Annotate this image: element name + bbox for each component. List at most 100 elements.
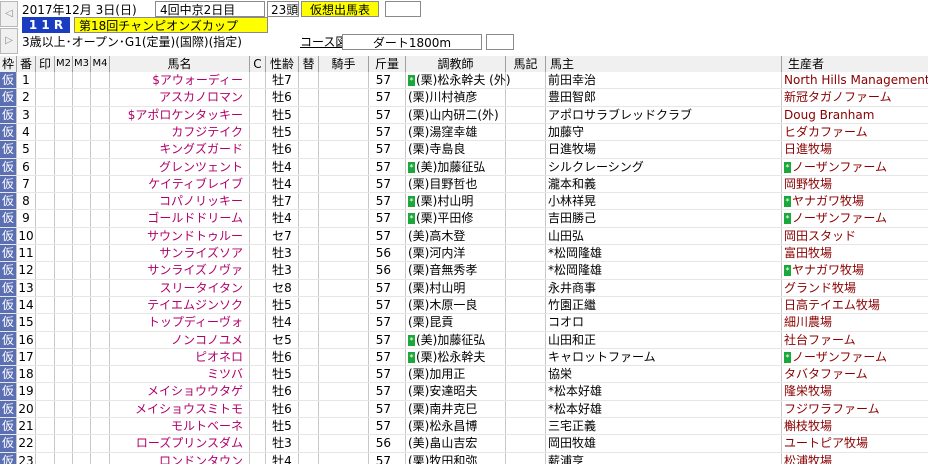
owner-cell[interactable]: 小林祥晃 — [546, 193, 782, 211]
col-horse[interactable]: 馬名 — [110, 56, 250, 72]
breeder-cell[interactable]: 岡野牧場 — [782, 176, 928, 193]
replace-cell[interactable] — [299, 106, 319, 124]
m4-cell[interactable] — [91, 141, 110, 159]
m4-cell[interactable] — [91, 72, 110, 89]
waku-cell[interactable]: 仮 — [0, 314, 17, 332]
breeder-cell[interactable]: * ノーザンファーム — [782, 210, 928, 227]
trainer-cell[interactable]: * (美)加藤征弘 — [406, 331, 506, 349]
owner-cell[interactable]: コオロ — [546, 314, 782, 332]
replace-cell[interactable] — [299, 383, 319, 401]
waku-cell[interactable]: 仮 — [0, 141, 17, 159]
waku-cell[interactable]: 仮 — [0, 296, 17, 314]
horse-cell[interactable]: $アウォーディー — [110, 72, 250, 89]
trainer-cell[interactable]: (栗)寺島良 — [406, 141, 506, 159]
m2-cell[interactable] — [55, 296, 73, 314]
m2-cell[interactable] — [55, 106, 73, 124]
trainer-cell[interactable]: (栗)牧田和弥 — [406, 452, 506, 464]
breeder-cell[interactable]: ユートピア牧場 — [782, 435, 928, 452]
m4-cell[interactable] — [91, 366, 110, 384]
trainer-cell[interactable]: * (栗)松永幹夫 — [406, 348, 506, 366]
table-row[interactable]: 仮 4 カフジテイク 牡5 57 (栗)湯窪幸雄 加藤守 ヒダカファーム — [0, 123, 928, 141]
col-m3[interactable]: M3 — [73, 56, 91, 72]
waku-cell[interactable]: 仮 — [0, 331, 17, 349]
replace-cell[interactable] — [299, 123, 319, 141]
horse-cell[interactable]: ゴールドドリーム — [110, 210, 250, 228]
jockey-cell[interactable] — [319, 89, 369, 107]
breeder-cell[interactable]: Doug Branham — [782, 107, 928, 124]
waku-cell[interactable]: 仮 — [0, 383, 17, 401]
trainer-cell[interactable]: (栗)目野哲也 — [406, 175, 506, 193]
owner-cell[interactable]: アポロサラブレッドクラブ — [546, 106, 782, 124]
mark-cell[interactable] — [36, 175, 55, 193]
waku-cell[interactable]: 仮 — [0, 366, 17, 384]
mark-cell[interactable] — [36, 262, 55, 280]
col-mark[interactable]: 印 — [36, 56, 55, 72]
trainer-cell[interactable]: (栗)湯窪幸雄 — [406, 123, 506, 141]
m2-cell[interactable] — [55, 123, 73, 141]
m3-cell[interactable] — [73, 279, 91, 297]
jockey-cell[interactable] — [319, 331, 369, 349]
horse-cell[interactable]: アスカノロマン — [110, 89, 250, 107]
waku-cell[interactable]: 仮 — [0, 227, 17, 245]
mark-cell[interactable] — [36, 72, 55, 89]
table-row[interactable]: 仮 20 メイショウスミトモ 牡6 57 (栗)南井克巳 *松本好雄 フジワラファーム — [0, 400, 928, 418]
owner-cell[interactable]: 前田幸治 — [546, 72, 782, 89]
col-waku[interactable]: 枠 — [0, 56, 17, 72]
m3-cell[interactable] — [73, 314, 91, 332]
mode-button[interactable]: 仮想出馬表 — [301, 1, 379, 17]
breeder-cell[interactable]: 細川農場 — [782, 314, 928, 331]
table-row[interactable]: 仮 15 トップディーヴォ 牡4 57 (栗)昆貢 コオロ 細川農場 — [0, 314, 928, 332]
jockey-cell[interactable] — [319, 418, 369, 435]
breeder-cell[interactable]: 槲枝牧場 — [782, 418, 928, 435]
m2-cell[interactable] — [55, 245, 73, 262]
m4-cell[interactable] — [91, 314, 110, 332]
waku-cell[interactable]: 仮 — [0, 72, 17, 89]
course-map-link[interactable]: コース図 — [300, 34, 347, 50]
trainer-cell[interactable]: (栗)木原一良 — [406, 296, 506, 314]
m2-cell[interactable] — [55, 452, 73, 464]
table-row[interactable]: 仮 7 ケイティブレイブ 牡4 57 (栗)目野哲也 瀧本和義 岡野牧場 — [0, 175, 928, 193]
horse-cell[interactable]: モルトベーネ — [110, 418, 250, 435]
m2-cell[interactable] — [55, 348, 73, 366]
table-row[interactable]: 仮 2 アスカノロマン 牡6 57 (栗)川村禎彦 豊田智郎 新冠タガノファーム — [0, 89, 928, 107]
jockey-cell[interactable] — [319, 193, 369, 211]
replace-cell[interactable] — [299, 435, 319, 453]
replace-cell[interactable] — [299, 418, 319, 435]
breeder-cell[interactable]: グランド牧場 — [782, 280, 928, 297]
horse-cell[interactable]: ケイティブレイブ — [110, 175, 250, 193]
m2-cell[interactable] — [55, 227, 73, 245]
table-row[interactable]: 仮 23 ロンドンタウン 牡4 57 (栗)牧田和弥 薪浦亨 松浦牧場 — [0, 452, 928, 464]
m3-cell[interactable] — [73, 158, 91, 176]
replace-cell[interactable] — [299, 72, 319, 89]
m2-cell[interactable] — [55, 210, 73, 228]
horse-cell[interactable]: スリータイタン — [110, 279, 250, 297]
horse-cell[interactable]: サンライズソア — [110, 245, 250, 262]
m4-cell[interactable] — [91, 89, 110, 107]
owner-cell[interactable]: 三宅正義 — [546, 418, 782, 435]
breeder-cell[interactable]: 富田牧場 — [782, 245, 928, 262]
m4-cell[interactable] — [91, 279, 110, 297]
horse-cell[interactable]: コパノリッキー — [110, 193, 250, 211]
table-row[interactable]: 仮 19 メイショウウタゲ 牡6 57 (栗)安達昭夫 *松本好雄 隆栄牧場 — [0, 383, 928, 401]
replace-cell[interactable] — [299, 158, 319, 176]
table-row[interactable]: 仮 9 ゴールドドリーム 牡4 57 * (栗)平田修 吉田勝己 * ノーザンファーム — [0, 210, 928, 228]
replace-cell[interactable] — [299, 193, 319, 211]
horse-cell[interactable]: サンライズノヴァ — [110, 262, 250, 280]
mark-cell[interactable] — [36, 227, 55, 245]
replace-cell[interactable] — [299, 227, 319, 245]
waku-cell[interactable]: 仮 — [0, 245, 17, 262]
mark-cell[interactable] — [36, 193, 55, 211]
jockey-cell[interactable] — [319, 314, 369, 332]
owner-cell[interactable]: *松本好雄 — [546, 383, 782, 401]
replace-cell[interactable] — [299, 452, 319, 464]
table-row[interactable]: 仮 8 コパノリッキー 牡7 57 * (栗)村山明 小林祥晃 * ヤナガワ牧場 — [0, 193, 928, 211]
jockey-cell[interactable] — [319, 348, 369, 366]
waku-cell[interactable]: 仮 — [0, 435, 17, 453]
trainer-cell[interactable]: * (栗)松永幹夫 (外) — [406, 72, 511, 89]
horse-cell[interactable]: ノンコノユメ — [110, 331, 250, 349]
breeder-cell[interactable]: * ノーザンファーム — [782, 349, 928, 366]
owner-cell[interactable]: *松岡隆雄 — [546, 245, 782, 262]
replace-cell[interactable] — [299, 279, 319, 297]
breeder-cell[interactable]: 隆栄牧場 — [782, 383, 928, 400]
breeder-cell[interactable]: 社台ファーム — [782, 332, 928, 349]
